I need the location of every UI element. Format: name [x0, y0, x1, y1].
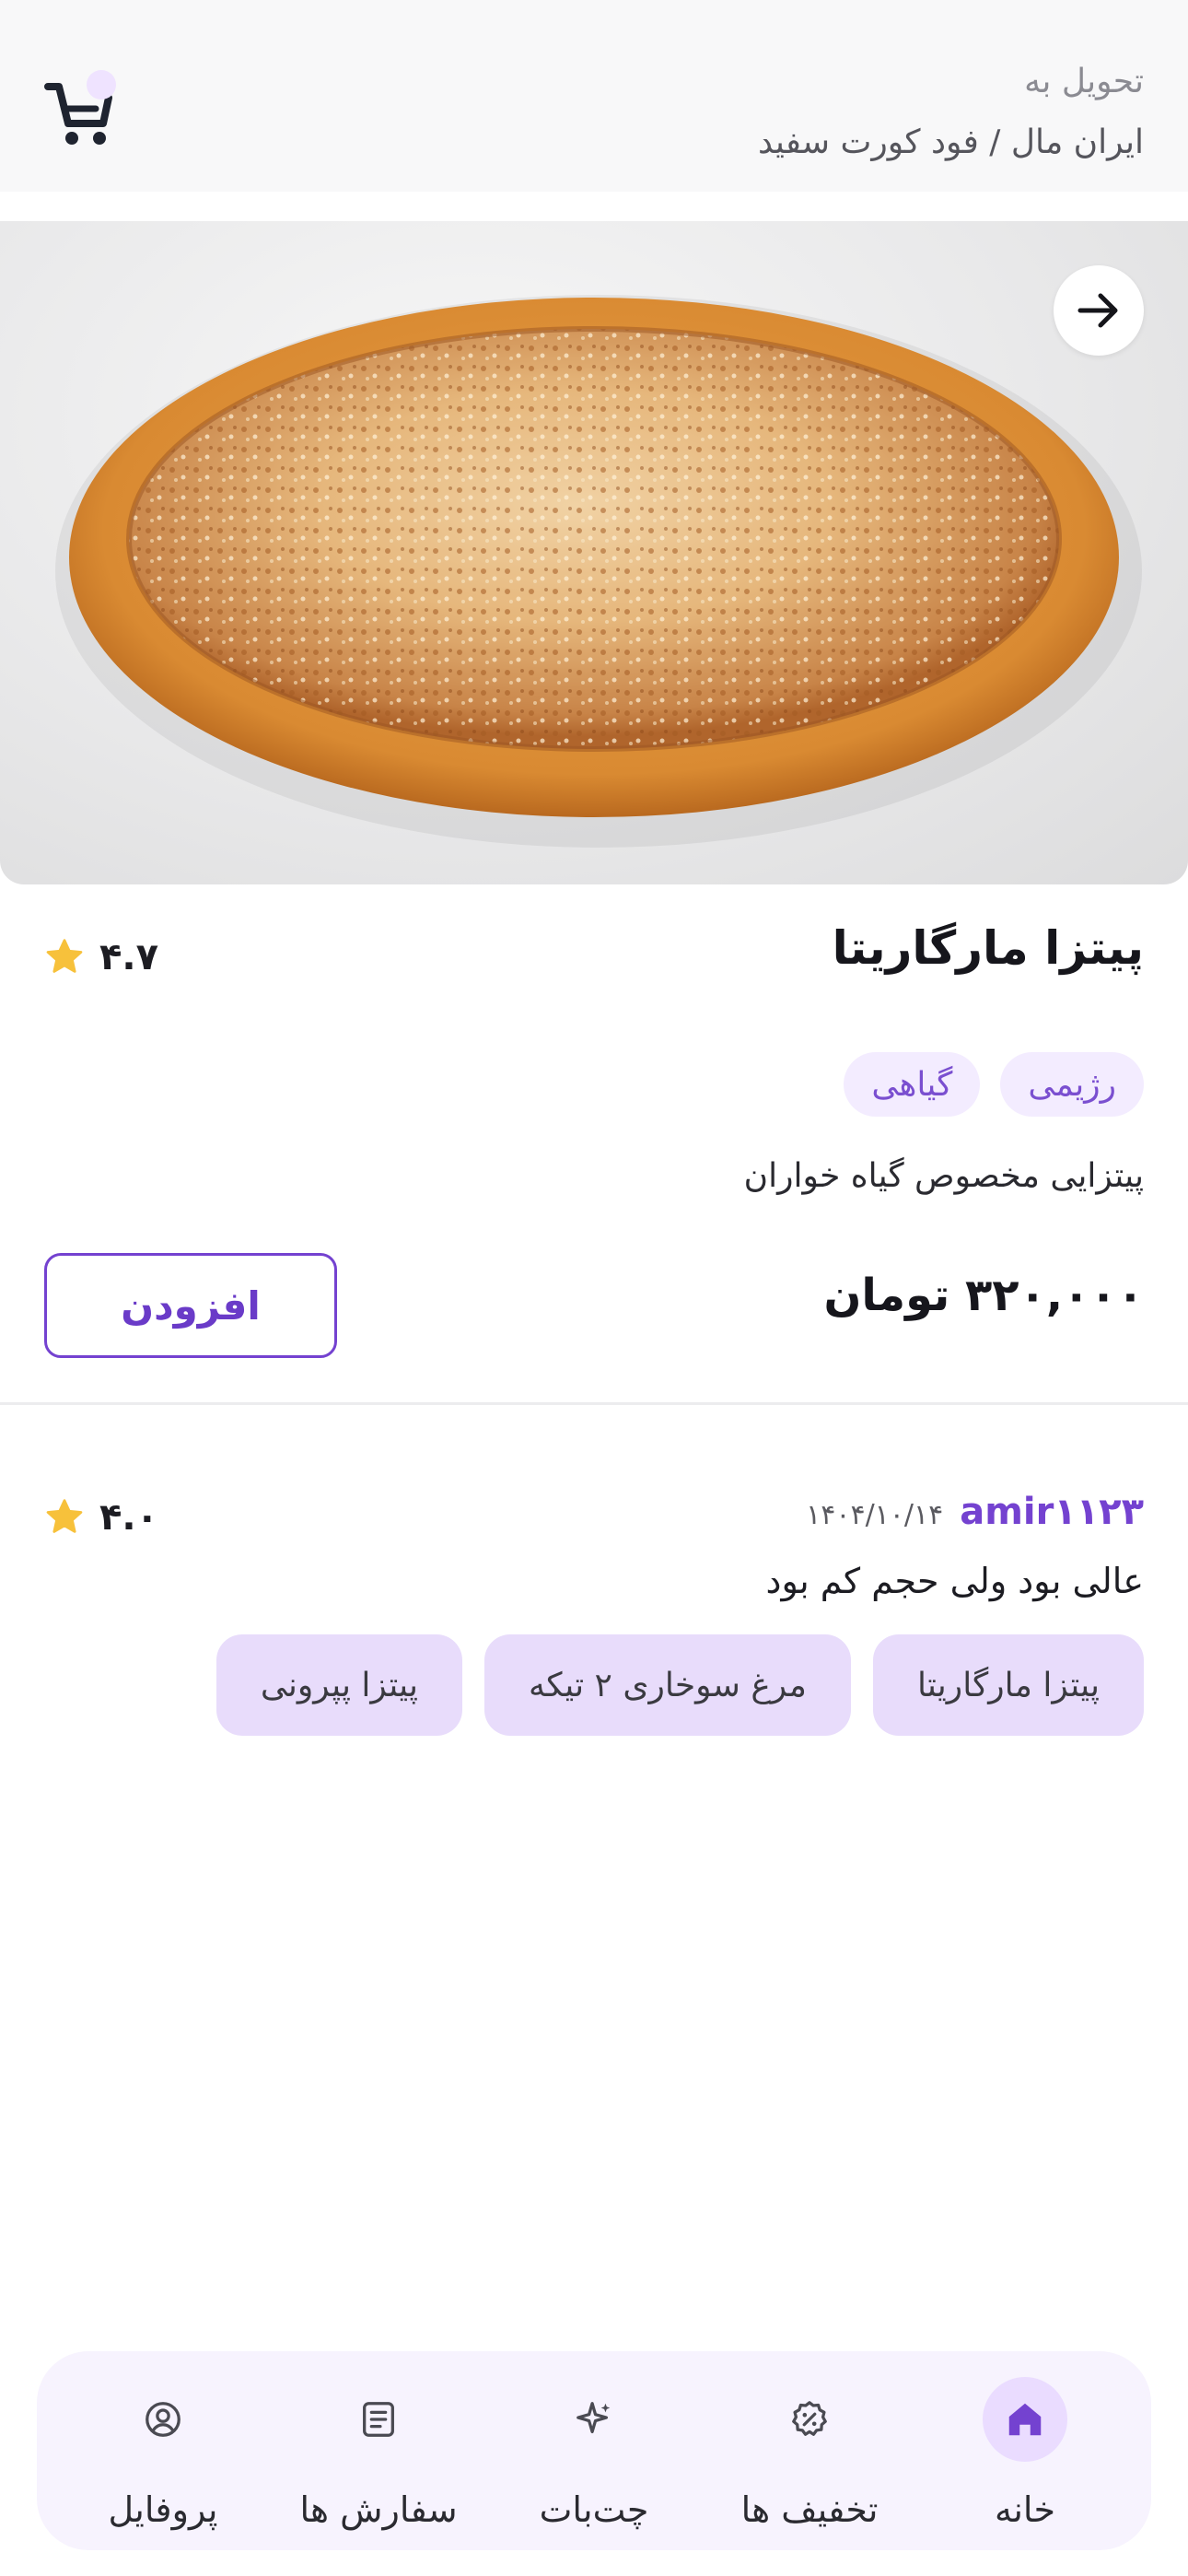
nav-item-orders[interactable]: سفارش ها: [277, 2351, 480, 2530]
product-price: ۳۲۰,۰۰۰ تومان: [823, 1270, 1144, 1321]
product-title: پیتزا مارگاریتا: [832, 921, 1144, 975]
divider: [0, 1402, 1188, 1405]
cart-badge: [87, 70, 116, 100]
product-tags: رژیمی گیاهی: [844, 1052, 1144, 1117]
home-icon: [1008, 2403, 1042, 2436]
back-button[interactable]: [1054, 265, 1144, 356]
nav-label: چت‌بات: [539, 2489, 649, 2530]
nav-label: سفارش ها: [299, 2489, 458, 2530]
review-text: عالی بود ولی حجم کم بود: [765, 1561, 1144, 1601]
product-image: [0, 221, 1188, 884]
add-to-cart-button[interactable]: افزودن: [44, 1253, 337, 1358]
product-rating: ۴.۷: [44, 936, 158, 978]
pizza-image: [55, 295, 1142, 848]
cart-button[interactable]: [37, 63, 129, 155]
review-ordered-items: پیتزا مارگاریتا مرغ سوخاری ۲ تیکه پیتزا …: [215, 1634, 1144, 1736]
star-icon: [46, 939, 83, 973]
tag-vegetarian: گیاهی: [844, 1052, 981, 1117]
star-icon: [46, 1499, 83, 1533]
nav-item-profile[interactable]: پروفایل: [62, 2351, 264, 2530]
review-date: ۱۴۰۴/۱۰/۱۴: [806, 1499, 944, 1531]
review-item-chip[interactable]: پیتزا مارگاریتا: [872, 1634, 1144, 1736]
nav-label: تخفیف ها: [740, 2489, 879, 2530]
arrow-right-icon: [1077, 293, 1118, 328]
review-rating: ۴.۰: [44, 1496, 158, 1539]
orders-icon: [363, 2402, 394, 2437]
nav-icon-container: [552, 2377, 636, 2462]
rating-value: ۴.۷: [99, 936, 159, 978]
nav-icon-container: [983, 2377, 1067, 2462]
tag-diet: رژیمی: [1000, 1052, 1144, 1117]
header: تحویل به ایران مال / فود کورت سفید: [0, 0, 1188, 192]
nav-label: خانه: [994, 2489, 1056, 2530]
nav-icon-container: [336, 2377, 421, 2462]
review-username: amir۱۱۲۳: [960, 1491, 1144, 1533]
nav-icon-container: [767, 2377, 852, 2462]
nav-icon-container: [121, 2377, 205, 2462]
sparkle-icon: [577, 2402, 611, 2434]
product-description: پیتزایی مخصوص گیاه خواران: [743, 1157, 1144, 1195]
delivery-address[interactable]: ایران مال / فود کورت سفید: [758, 123, 1144, 161]
nav-item-chatbot[interactable]: چت‌بات: [493, 2351, 695, 2530]
review-header: amir۱۱۲۳ ۱۴۰۴/۱۰/۱۴: [806, 1491, 1144, 1533]
review-item-chip[interactable]: مرغ سوخاری ۲ تیکه: [484, 1634, 851, 1736]
review-rating-value: ۴.۰: [99, 1496, 159, 1539]
nav-item-home[interactable]: خانه: [924, 2351, 1126, 2530]
nav-label: پروفایل: [108, 2489, 218, 2530]
profile-icon: [146, 2402, 181, 2437]
nav-item-discounts[interactable]: تخفیف ها: [708, 2351, 911, 2530]
review-item-chip[interactable]: پیتزا پپرونی: [215, 1634, 463, 1736]
deliver-to-label: تحویل به: [1024, 63, 1144, 100]
bottom-navigation: خانه تخفیف ها چت‌بات سفارش: [37, 2351, 1151, 2550]
discount-icon: [792, 2401, 827, 2436]
